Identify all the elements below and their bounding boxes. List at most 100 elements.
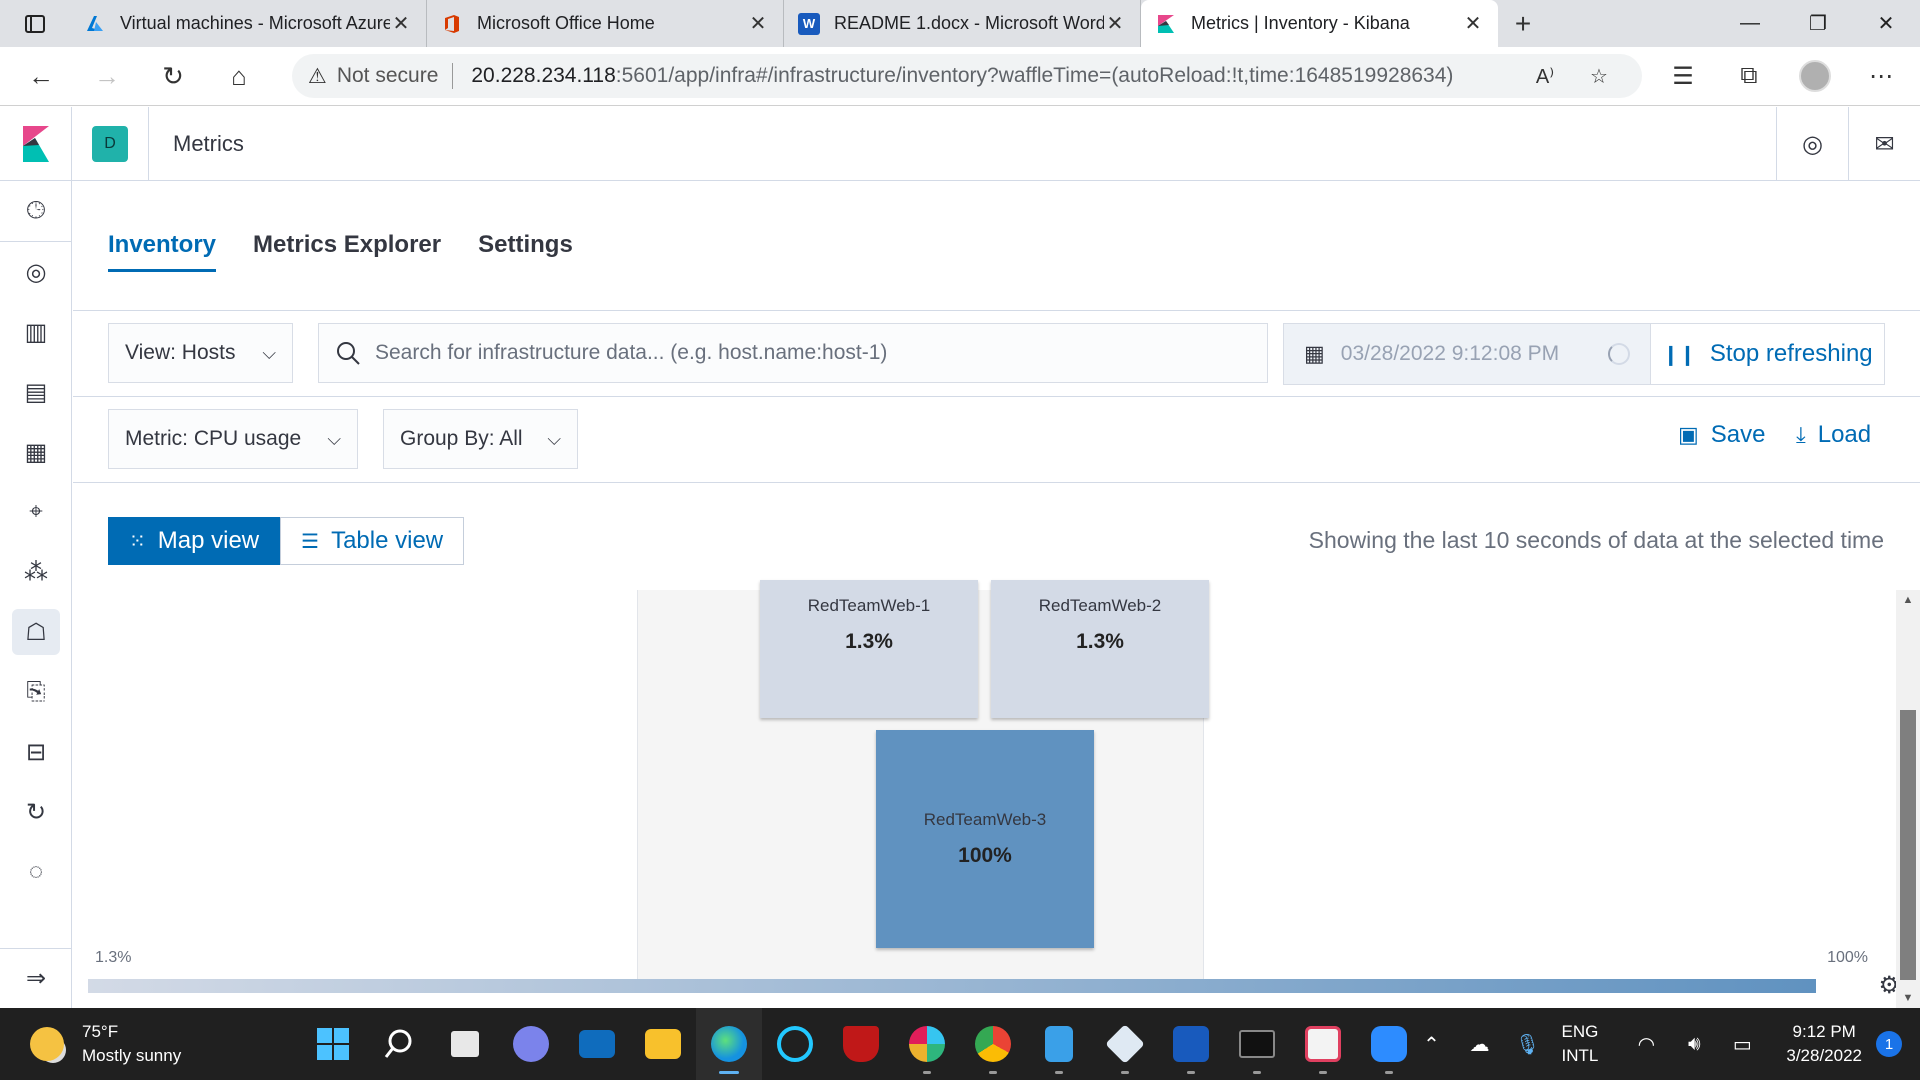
map-view-button[interactable]: ⁙ Map view <box>108 517 281 565</box>
search-placeholder: Search for infrastructure data... (e.g. … <box>375 341 888 364</box>
load-button[interactable]: ⤓ Load <box>1796 421 1871 449</box>
collapse-nav-icon[interactable]: ⇒ <box>0 948 72 1008</box>
weather-widget[interactable]: 75°F Mostly sunny <box>0 1020 300 1068</box>
load-label: Load <box>1817 421 1872 448</box>
microphone-icon[interactable]: 🎙︎ <box>1504 1032 1552 1057</box>
file-explorer-button[interactable] <box>630 1008 696 1080</box>
virtualbox-button[interactable] <box>1092 1008 1158 1080</box>
mcafee-button[interactable] <box>828 1008 894 1080</box>
visualize-icon[interactable]: ▥ <box>0 302 72 362</box>
favorite-add-icon[interactable]: ☆ <box>1572 64 1626 89</box>
view-toggle-row: ⁙ Map view ☰ Table view Showing the last… <box>73 483 1920 593</box>
dashboard-icon[interactable]: ▤ <box>0 362 72 422</box>
close-icon[interactable]: ✕ <box>1104 11 1126 36</box>
view-select-label: View: Hosts <box>125 341 236 364</box>
word-button[interactable] <box>1158 1008 1224 1080</box>
kibana-logo[interactable] <box>0 106 72 181</box>
wifi-icon[interactable]: ◠ <box>1622 1032 1670 1057</box>
date-picker[interactable]: ▦ 03/28/2022 9:12:08 PM <box>1283 323 1653 385</box>
legend-gradient-bar <box>88 979 1816 993</box>
node-value: 100% <box>958 844 1012 867</box>
uptime-icon[interactable]: ↻ <box>0 782 72 842</box>
collections-icon[interactable]: ⧉ <box>1716 60 1782 92</box>
ml-icon[interactable]: ⁂ <box>0 542 72 602</box>
new-tab-button[interactable]: + <box>1498 0 1548 47</box>
home-icon[interactable]: ⌂ <box>206 47 272 106</box>
maps-icon[interactable]: ⌖ <box>0 482 72 542</box>
favorites-icon[interactable]: ☰ <box>1650 60 1716 92</box>
browser-tab-word[interactable]: W README 1.docx - Microsoft Word ✕ <box>784 0 1141 47</box>
tab-title: Microsoft Office Home <box>477 13 655 33</box>
teams-chat-button[interactable] <box>498 1008 564 1080</box>
avatar <box>1799 60 1831 92</box>
recent-icon[interactable]: 🕒︎ <box>0 181 72 241</box>
vertical-scrollbar[interactable]: ▲ ▼ <box>1896 590 1920 1008</box>
siem-icon[interactable]: ◌ <box>0 842 72 902</box>
node-redteamweb-2[interactable]: RedTeamWeb-2 1.3% <box>991 580 1209 718</box>
node-redteamweb-1[interactable]: RedTeamWeb-1 1.3% <box>760 580 978 718</box>
refresh-icon[interactable]: ↻ <box>140 47 206 106</box>
mail-icon[interactable]: ✉ <box>1848 107 1920 181</box>
tab-inventory[interactable]: Inventory <box>108 231 217 272</box>
scroll-down-icon[interactable]: ▼ <box>1896 992 1920 1004</box>
view-select[interactable]: View: Hosts ⌵ <box>108 323 293 383</box>
chrome-button[interactable] <box>960 1008 1026 1080</box>
search-button[interactable] <box>366 1008 432 1080</box>
clock[interactable]: 9:12 PM 3/28/2022 <box>1786 1020 1862 1068</box>
profile-button[interactable] <box>1782 60 1848 92</box>
start-button[interactable] <box>300 1008 366 1080</box>
browser-tab-kibana[interactable]: Metrics | Inventory - Kibana ✕ <box>1141 0 1498 47</box>
search-input[interactable]: Search for infrastructure data... (e.g. … <box>318 323 1268 383</box>
apm-icon[interactable]: ⊟ <box>0 722 72 782</box>
windows-taskbar: 75°F Mostly sunny ⌃ ☁ 🎙︎ ENG INTL ◠ 🔊︎ ▭… <box>0 1008 1920 1080</box>
tab-settings[interactable]: Settings <box>478 231 573 272</box>
browser-tab-office[interactable]: Microsoft Office Home ✕ <box>427 0 784 47</box>
metrics-icon[interactable]: ☖ <box>0 602 72 662</box>
mail-icon <box>579 1030 615 1058</box>
group-by-select[interactable]: Group By: All ⌵ <box>383 409 578 469</box>
close-icon[interactable]: ✕ <box>1462 11 1484 36</box>
battery-icon[interactable]: ▭ <box>1718 1032 1766 1057</box>
notepad-button[interactable] <box>1026 1008 1092 1080</box>
logs-icon[interactable]: ⎘ <box>0 662 72 722</box>
canvas-icon[interactable]: ▦ <box>0 422 72 482</box>
close-icon[interactable]: ✕ <box>747 11 769 36</box>
snipping-tool-button[interactable] <box>1290 1008 1356 1080</box>
stop-refreshing-button[interactable]: ❙❙ Stop refreshing <box>1650 323 1885 385</box>
task-view-button[interactable] <box>432 1008 498 1080</box>
volume-icon[interactable]: 🔊︎ <box>1670 1033 1718 1056</box>
discover-icon[interactable]: ◎ <box>0 242 72 302</box>
scroll-up-icon[interactable]: ▲ <box>1896 594 1920 606</box>
node-redteamweb-3[interactable]: RedTeamWeb-3 100% <box>876 730 1094 948</box>
read-aloud-icon[interactable]: A⁾ <box>1518 64 1572 89</box>
help-icon[interactable]: ◎ <box>1776 107 1848 181</box>
close-icon[interactable]: ✕ <box>390 11 412 36</box>
edge-button[interactable] <box>696 1008 762 1080</box>
tab-metrics-explorer[interactable]: Metrics Explorer <box>253 231 441 272</box>
scrollbar-thumb[interactable] <box>1900 710 1916 980</box>
map-view-label: Map view <box>157 527 260 554</box>
back-icon[interactable]: ← <box>8 47 74 106</box>
more-menu-icon[interactable]: ⋯ <box>1848 60 1914 92</box>
forward-icon[interactable]: → <box>74 47 140 106</box>
waffle-map: RedTeamWeb-1 1.3% RedTeamWeb-2 1.3% RedT… <box>637 580 1209 990</box>
windows-icon <box>317 1028 349 1060</box>
restore-icon[interactable]: ❐ <box>1784 0 1852 47</box>
close-window-icon[interactable]: ✕ <box>1852 0 1920 47</box>
space-avatar[interactable]: D <box>92 125 128 162</box>
alexa-button[interactable] <box>762 1008 828 1080</box>
chevron-up-icon[interactable]: ⌃ <box>1408 1032 1456 1057</box>
onedrive-icon[interactable]: ☁ <box>1456 1032 1504 1057</box>
browser-tab-azure[interactable]: Virtual machines - Microsoft Azure ✕ <box>70 0 427 47</box>
table-view-button[interactable]: ☰ Table view <box>280 517 465 565</box>
address-bar[interactable]: ⚠ Not secure 20.228.234.118 :5601/app/in… <box>292 54 1642 98</box>
save-button[interactable]: ▣ Save <box>1678 421 1766 449</box>
language-indicator[interactable]: ENG INTL <box>1562 1020 1599 1068</box>
minimize-icon[interactable]: — <box>1716 0 1784 47</box>
mail-app-button[interactable] <box>564 1008 630 1080</box>
terminal-button[interactable] <box>1224 1008 1290 1080</box>
tab-actions-button[interactable] <box>0 0 70 47</box>
metric-select[interactable]: Metric: CPU usage ⌵ <box>108 409 358 469</box>
slack-button[interactable] <box>894 1008 960 1080</box>
notification-badge[interactable]: 1 <box>1876 1031 1902 1057</box>
